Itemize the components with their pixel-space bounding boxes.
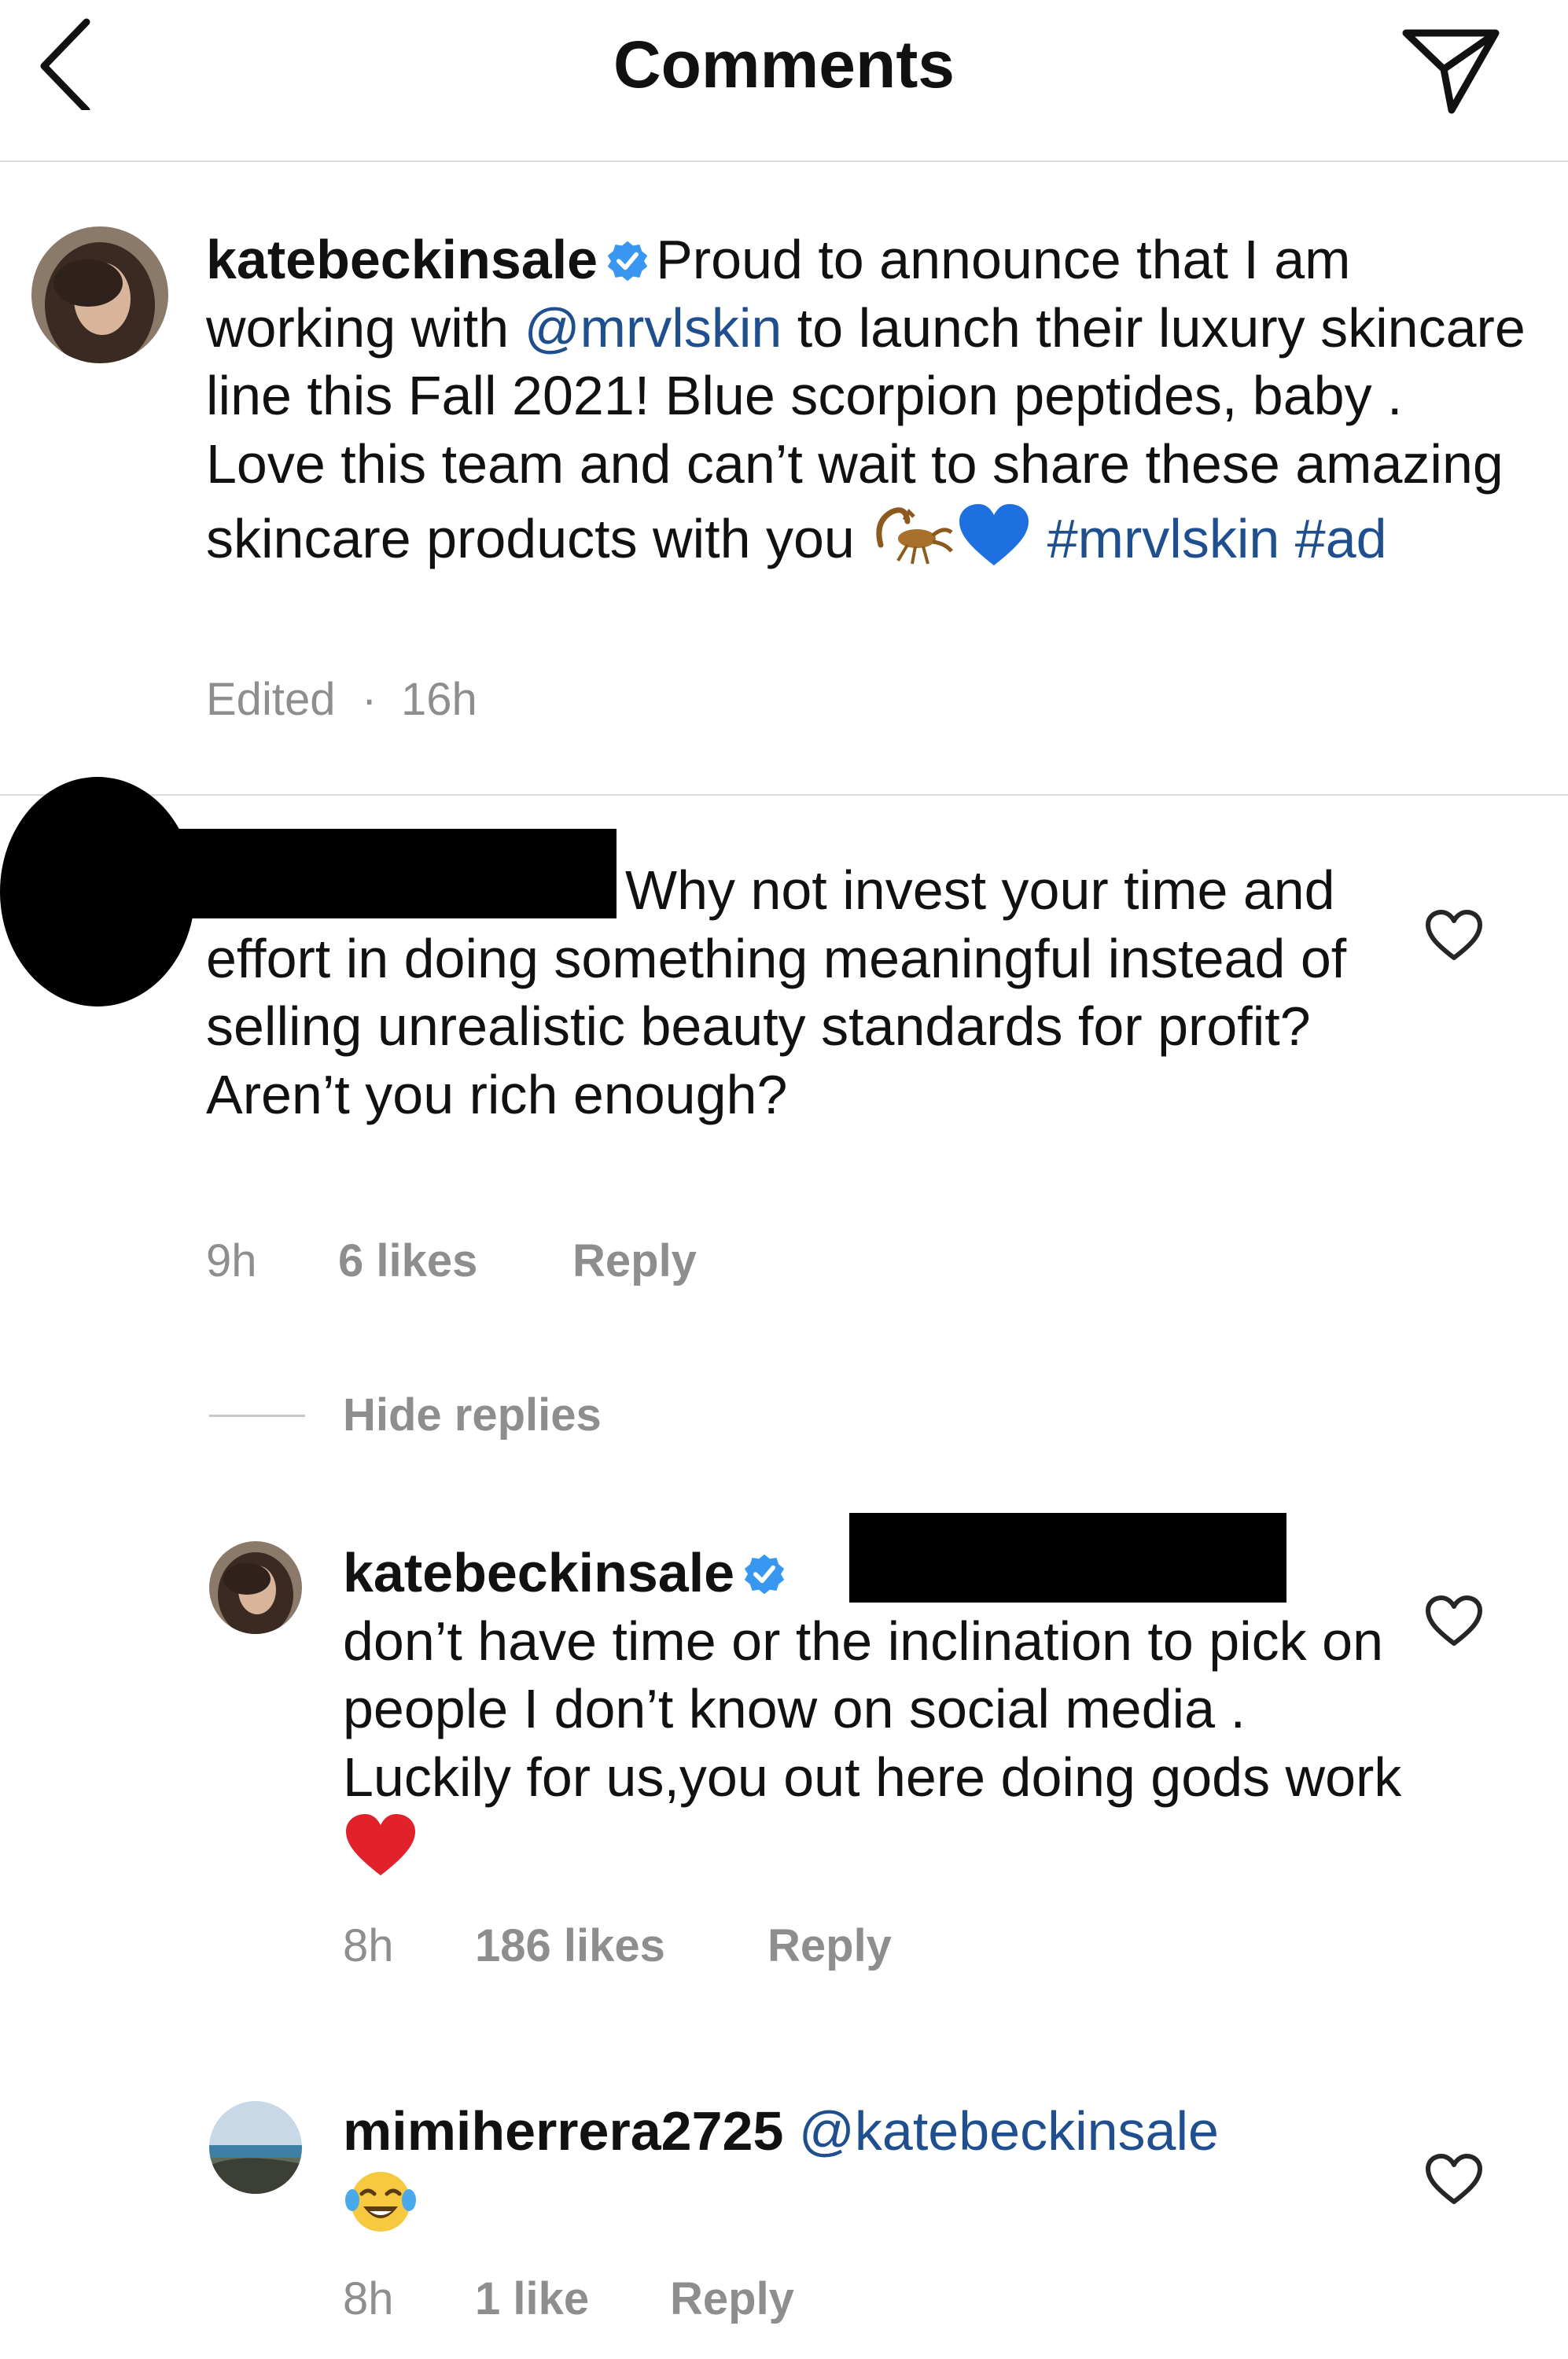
comments-screen: Comments katebeckinsale Proud to announce… <box>0 0 1568 2359</box>
profile-photo <box>31 226 168 363</box>
comment-reply-button[interactable]: Reply <box>572 1235 697 1287</box>
red-heart-emoji <box>346 1814 415 1875</box>
reply-meta: 8h 1 like Reply <box>343 2273 1129 2328</box>
redacted-avatar <box>0 777 195 1007</box>
reply-likes[interactable]: 1 like <box>475 2273 589 2325</box>
laughing-tears-emoji <box>345 2171 416 2232</box>
reply-reply-button[interactable]: Reply <box>670 2273 794 2325</box>
hashtag-ad[interactable]: #ad <box>1295 508 1387 569</box>
comment-timestamp: 9h <box>206 1235 257 1286</box>
page-title: Comments <box>613 28 955 101</box>
redacted-mention <box>849 1513 1286 1603</box>
reply-timestamp: 8h <box>343 1920 394 1971</box>
edited-label: Edited <box>206 674 336 725</box>
avatar[interactable] <box>209 2101 302 2194</box>
comment-meta: 9h 6 likes Reply <box>206 1235 992 1290</box>
hashtag-mrvlskin[interactable]: #mrvlskin <box>1047 508 1280 569</box>
reply-likes[interactable]: 186 likes <box>475 1919 665 1972</box>
reply-username[interactable]: mimiherrera2725 <box>343 2100 783 2162</box>
reply-reply-button[interactable]: Reply <box>767 1919 892 1972</box>
reply-username[interactable]: katebeckinsale <box>343 1542 734 1603</box>
scorpion-emoji <box>876 507 954 565</box>
profile-photo <box>209 1541 302 1634</box>
reply-text: mimiherrera2725 @katebeckinsale <box>343 2097 1409 2240</box>
hide-replies-line <box>209 1415 305 1417</box>
comment-likes[interactable]: 6 likes <box>338 1235 477 1287</box>
caption-mention[interactable]: @mrvlskin <box>525 297 782 359</box>
verified-badge-icon <box>744 1554 785 1595</box>
share-button[interactable] <box>1400 22 1502 116</box>
like-heart-icon[interactable] <box>1425 2153 1483 2205</box>
reply-timestamp: 8h <box>343 2273 394 2324</box>
like-heart-icon[interactable] <box>1425 1595 1483 1647</box>
reply-mention[interactable]: @katebeckinsale <box>799 2100 1219 2162</box>
reply-meta: 8h 186 likes Reply <box>343 1919 1129 1974</box>
hide-replies-button[interactable]: Hide replies <box>343 1389 602 1441</box>
profile-photo <box>209 2101 302 2194</box>
redacted-username <box>142 829 617 918</box>
caption-timestamp: 16h <box>401 674 477 725</box>
verified-badge-icon <box>607 241 648 282</box>
avatar[interactable] <box>31 226 168 363</box>
avatar[interactable] <box>209 1541 302 1634</box>
like-heart-icon[interactable] <box>1425 909 1483 961</box>
header-bar: Comments <box>0 0 1568 162</box>
reply-text-body: don’t have time or the inclination to pi… <box>343 1610 1402 1808</box>
blue-heart-emoji <box>959 504 1029 565</box>
caption-username[interactable]: katebeckinsale <box>206 229 598 290</box>
caption-text: katebeckinsale Proud to announce that I a… <box>206 226 1535 573</box>
paper-plane-icon <box>1402 29 1500 114</box>
meta-separator: · <box>362 674 377 725</box>
caption-divider <box>0 794 1568 796</box>
caption-meta: Edited · 16h <box>206 673 678 728</box>
